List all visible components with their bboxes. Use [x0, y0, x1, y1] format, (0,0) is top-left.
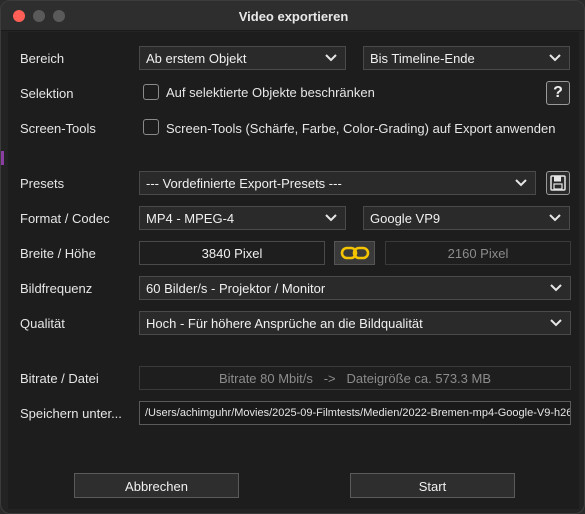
chevron-down-icon: [549, 53, 561, 63]
window-title: Video exportieren: [238, 9, 349, 24]
container-value: MP4 - MPEG-4: [146, 211, 235, 226]
height-field: 2160 Pixel: [385, 241, 571, 265]
export-dialog: Video exportieren Bereich Ab erstem Obje…: [0, 0, 585, 514]
chevron-down-icon: [549, 213, 561, 223]
save-preset-button[interactable]: [546, 171, 570, 195]
title-bar: Video exportieren: [1, 1, 584, 31]
start-button[interactable]: Start: [350, 473, 515, 498]
selektion-label: Selektion: [20, 86, 74, 101]
range-start-select[interactable]: Ab erstem Objekt: [139, 46, 346, 70]
presets-label: Presets: [20, 176, 65, 191]
range-start-value: Ab erstem Objekt: [146, 51, 247, 66]
framerate-select[interactable]: 60 Bilder/s - Projektor / Monitor: [139, 276, 571, 300]
chevron-down-icon: [325, 53, 337, 63]
chevron-down-icon: [550, 318, 562, 328]
framerate-value: 60 Bilder/s - Projektor / Monitor: [146, 281, 326, 296]
limit-selection-label: Auf selektierte Objekte beschränken: [166, 85, 375, 100]
cancel-button[interactable]: Abbrechen: [74, 473, 239, 498]
range-end-select[interactable]: Bis Timeline-Ende: [363, 46, 570, 70]
codec-select[interactable]: Google VP9: [363, 206, 570, 230]
size-label: Breite / Höhe: [20, 246, 96, 261]
chain-link-icon: [335, 245, 374, 261]
save-path-field[interactable]: /Users/achimguhr/Movies/2025-09-Filmtest…: [139, 401, 571, 425]
range-end-value: Bis Timeline-Ende: [370, 51, 475, 66]
chevron-down-icon: [325, 213, 337, 223]
width-field[interactable]: 3840 Pixel: [139, 241, 325, 265]
chevron-down-icon: [515, 178, 527, 188]
quality-select[interactable]: Hoch - Für höhere Ansprüche an die Bildq…: [139, 311, 571, 335]
framerate-label: Bildfrequenz: [20, 281, 93, 296]
format-label: Format / Codec: [20, 211, 110, 226]
link-aspect-button[interactable]: [334, 241, 375, 265]
save-under-label: Speichern unter...: [20, 406, 122, 421]
limit-selection-checkbox[interactable]: [143, 84, 159, 100]
apply-screen-tools-checkbox[interactable]: [143, 119, 159, 135]
bitrate-info: Bitrate 80 Mbit/s -> Dateigröße ca. 573.…: [139, 366, 571, 390]
codec-value: Google VP9: [370, 211, 441, 226]
container-select[interactable]: MP4 - MPEG-4: [139, 206, 346, 230]
screen-tools-label: Screen-Tools: [20, 121, 96, 136]
help-button[interactable]: ?: [546, 81, 570, 105]
dialog-panel: [8, 32, 579, 509]
chevron-down-icon: [550, 283, 562, 293]
floppy-disk-icon: [547, 175, 569, 191]
quality-value: Hoch - Für höhere Ansprüche an die Bildq…: [146, 316, 423, 331]
edge-marker: [1, 151, 4, 165]
presets-select[interactable]: --- Vordefinierte Export-Presets ---: [139, 171, 536, 195]
apply-screen-tools-label: Screen-Tools (Schärfe, Farbe, Color-Grad…: [166, 121, 556, 136]
bereich-label: Bereich: [20, 51, 65, 66]
quality-label: Qualität: [20, 316, 65, 331]
presets-value: --- Vordefinierte Export-Presets ---: [146, 176, 342, 191]
bitrate-label: Bitrate / Datei: [20, 371, 99, 386]
